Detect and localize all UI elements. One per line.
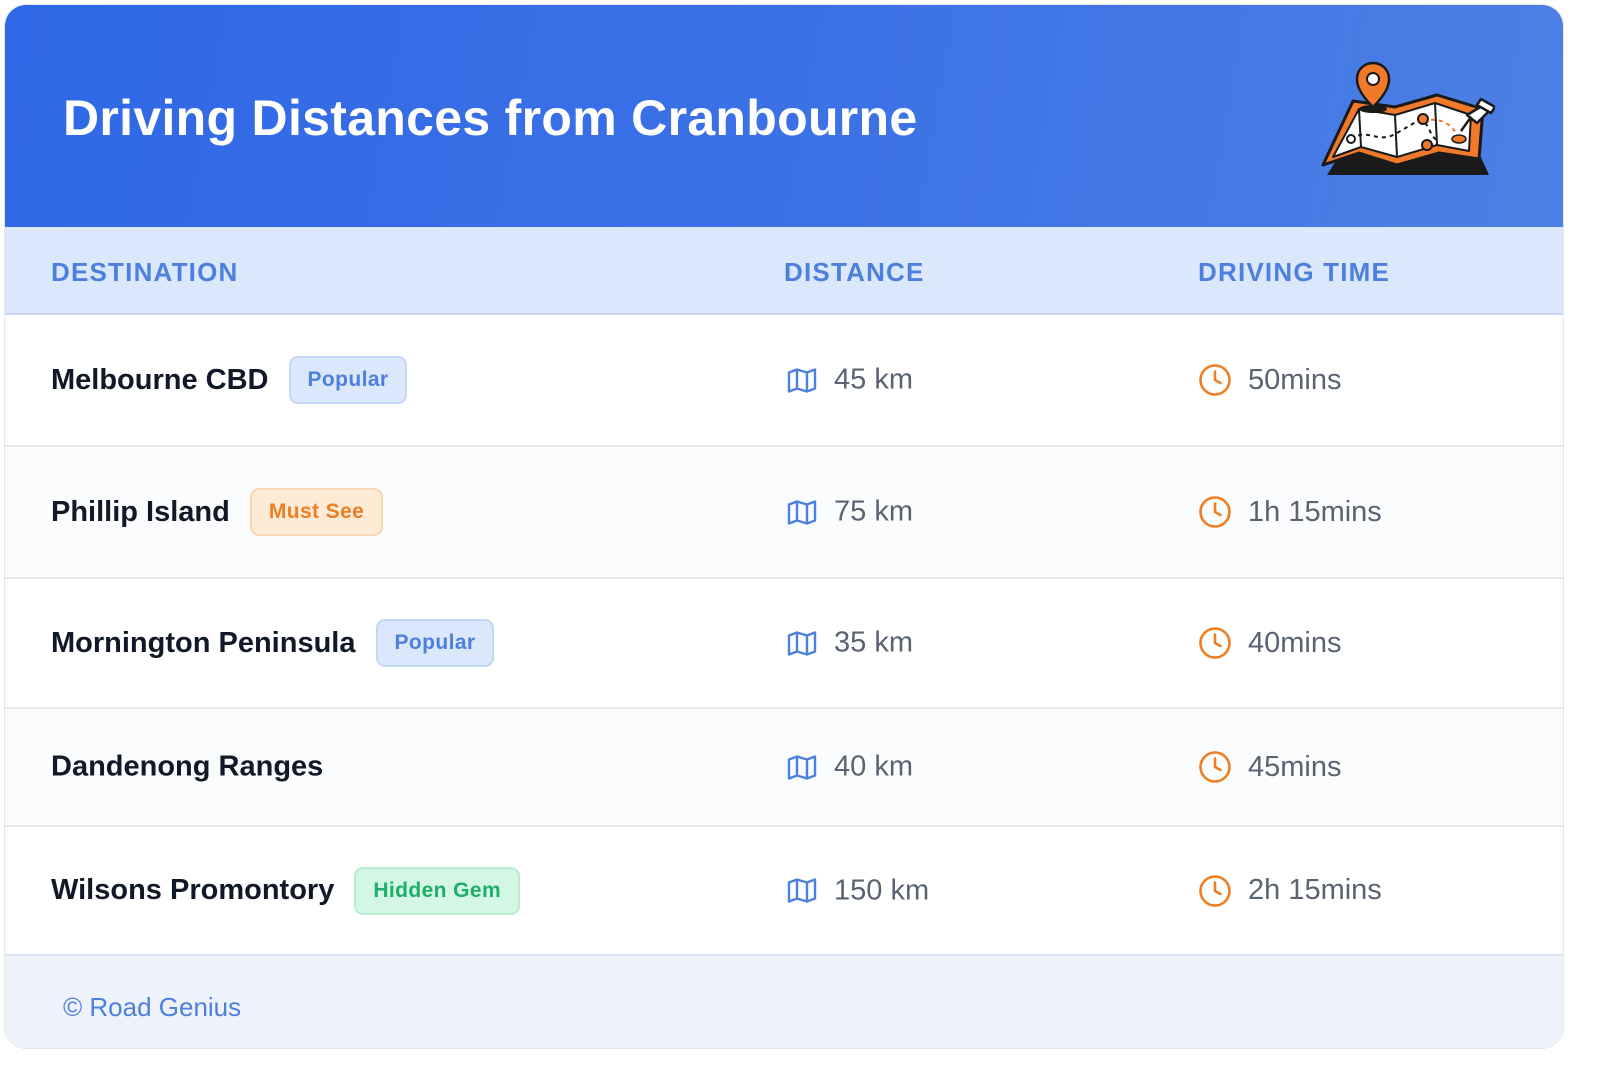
clock-icon — [1198, 626, 1232, 660]
clock-icon — [1198, 495, 1232, 529]
column-header-driving-time: DRIVING TIME — [1198, 257, 1391, 287]
clock-icon — [1198, 363, 1232, 397]
time-value: 40mins — [1248, 626, 1342, 659]
map-icon — [786, 877, 818, 905]
destination-cell: Mornington Peninsula Popular — [51, 619, 495, 667]
column-header-distance: DISTANCE — [784, 257, 925, 287]
time-value: 50mins — [1248, 363, 1342, 396]
time-cell: 2h 15mins — [1198, 874, 1382, 908]
destination-name: Melbourne CBD — [51, 363, 269, 396]
time-cell: 40mins — [1198, 626, 1342, 660]
column-header-destination: DESTINATION — [51, 257, 239, 287]
destination-name: Mornington Peninsula — [51, 626, 356, 659]
map-icon — [786, 629, 818, 657]
footer-credit: © Road Genius — [63, 992, 242, 1022]
destination-name: Wilsons Promontory — [51, 874, 335, 906]
distance-cell: 150 km — [786, 874, 929, 907]
map-icon — [786, 498, 818, 526]
destination-cell: Phillip Island Must See — [51, 488, 384, 536]
distance-value: 45 km — [834, 363, 913, 396]
map-icon — [786, 753, 818, 781]
popular-badge: Popular — [375, 619, 495, 667]
clock-icon — [1198, 750, 1232, 784]
distance-value: 35 km — [834, 626, 913, 659]
destination-cell: Wilsons Promontory Hidden Gem — [51, 866, 521, 915]
table-row: Melbourne CBD Popular 45 km 50mins — [5, 315, 1563, 447]
distance-cell: 45 km — [786, 364, 913, 397]
table-row: Dandenong Ranges 40 km 45mins — [5, 709, 1563, 827]
destination-name: Phillip Island — [51, 495, 230, 528]
table-row: Mornington Peninsula Popular 35 km 40min… — [5, 579, 1563, 709]
destination-cell: Melbourne CBD Popular — [51, 356, 408, 404]
table-row: Phillip Island Must See 75 km 1h 15mins — [5, 447, 1563, 579]
page-title: Driving Distances from Cranbourne — [63, 90, 918, 146]
distance-value: 40 km — [834, 750, 913, 783]
distance-value: 150 km — [834, 874, 930, 906]
footer: © Road Genius — [5, 956, 1563, 1048]
table-header: DESTINATION DISTANCE DRIVING TIME — [5, 227, 1563, 315]
clock-icon — [1198, 874, 1232, 908]
time-value: 2h 15mins — [1248, 874, 1382, 906]
destination-cell: Dandenong Ranges — [51, 751, 323, 784]
time-cell: 50mins — [1198, 363, 1342, 397]
time-value: 1h 15mins — [1248, 495, 1382, 528]
distance-card: Driving Distances from Cranbourne DESTIN… — [4, 4, 1564, 1049]
map-illustration-icon — [1321, 61, 1495, 175]
distance-cell: 35 km — [786, 627, 913, 660]
time-cell: 45mins — [1198, 750, 1342, 784]
destination-name: Dandenong Ranges — [51, 750, 324, 783]
map-icon — [786, 366, 818, 394]
must-see-badge: Must See — [249, 488, 384, 536]
time-cell: 1h 15mins — [1198, 495, 1382, 529]
distance-cell: 40 km — [786, 751, 913, 784]
distance-value: 75 km — [834, 495, 913, 528]
time-value: 45mins — [1248, 750, 1342, 783]
header: Driving Distances from Cranbourne — [5, 5, 1563, 227]
hidden-gem-badge: Hidden Gem — [354, 866, 521, 915]
distance-cell: 75 km — [786, 496, 913, 529]
popular-badge: Popular — [288, 356, 408, 404]
table-row: Wilsons Promontory Hidden Gem 150 km 2h … — [5, 827, 1563, 956]
